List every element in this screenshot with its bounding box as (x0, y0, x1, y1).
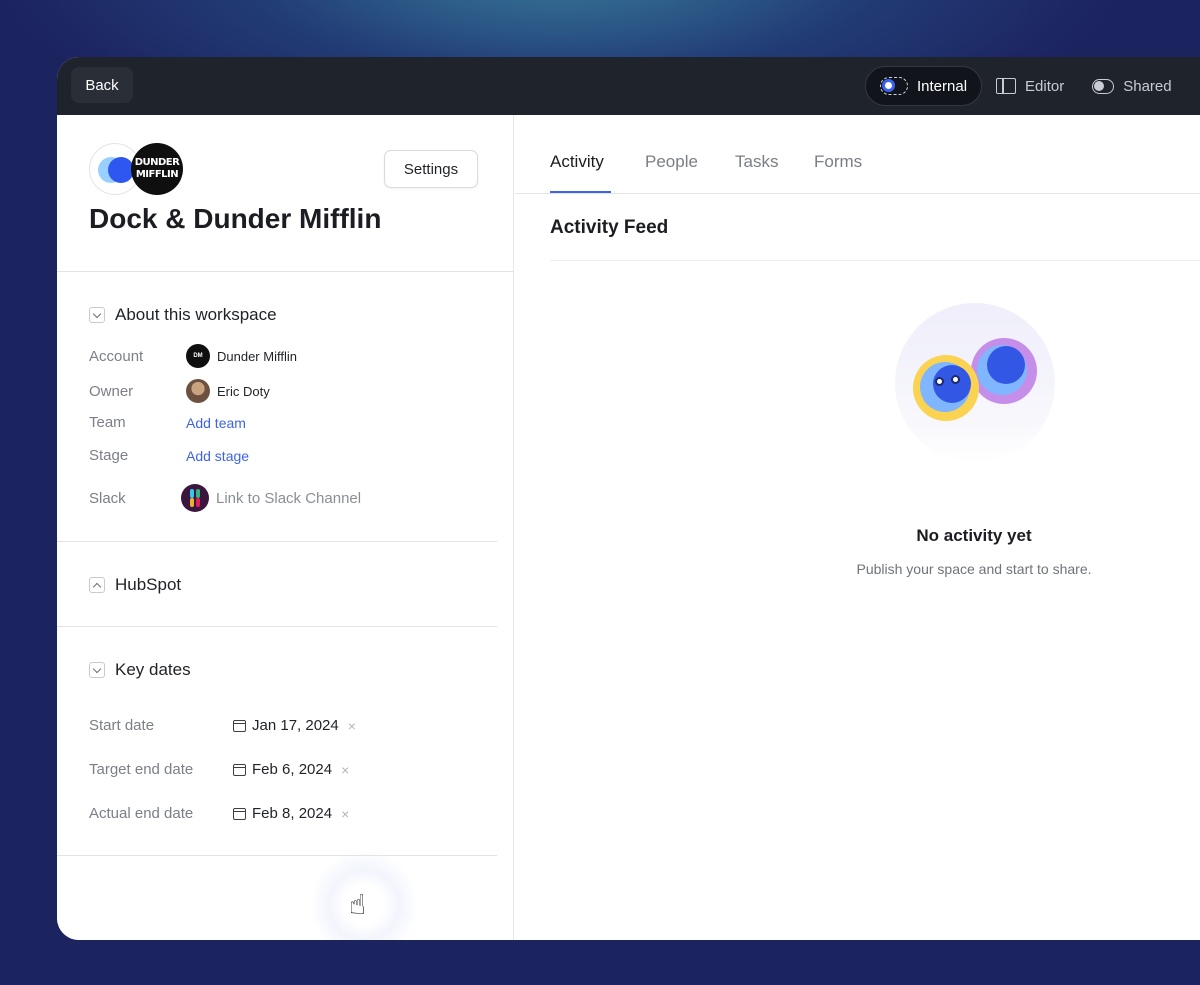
visibility-mode-switch: Internal Editor Shared (865, 66, 1186, 106)
workspace-details-panel: DUNDER MIFFLIN Settings Dock & Dunder Mi… (57, 115, 514, 940)
about-section-header[interactable]: About this workspace (89, 305, 277, 325)
stage-label: Stage (89, 447, 129, 464)
calendar-icon (233, 763, 246, 776)
editor-panel-icon (996, 78, 1017, 94)
chevron-up-icon[interactable] (89, 577, 105, 593)
hubspot-section-header[interactable]: HubSpot (89, 575, 181, 595)
owner-value[interactable]: Eric Doty (186, 379, 270, 403)
about-section-title: About this workspace (115, 305, 277, 324)
mode-editor-label: Editor (1025, 77, 1065, 95)
empty-state-title: No activity yet (916, 526, 1032, 545)
hand-pointer-icon: ☝ (349, 888, 367, 921)
account-value[interactable]: DM Dunder Mifflin (186, 344, 297, 368)
mode-shared-label: Shared (1123, 77, 1172, 95)
shared-toggle-icon (1092, 78, 1115, 94)
team-label: Team (89, 414, 126, 431)
owner-label: Owner (89, 382, 134, 400)
hubspot-section: HubSpot (57, 542, 497, 627)
dunder-mifflin-logo: DUNDER MIFFLIN (131, 143, 183, 195)
app-window: Back Internal Editor Shared DUNDER MIFFL… (57, 57, 1200, 940)
tab-people[interactable]: People (645, 152, 698, 172)
slack-link[interactable]: Link to Slack Channel (181, 484, 361, 512)
tab-activity[interactable]: Activity (550, 152, 604, 172)
chevron-down-icon[interactable] (89, 307, 105, 323)
back-button[interactable]: Back (71, 67, 133, 103)
clear-actual-date-icon[interactable]: × (341, 806, 349, 822)
target-end-date-picker[interactable]: Feb 6, 2024 × (233, 761, 349, 778)
calendar-icon (233, 807, 246, 820)
activity-feed-title: Activity Feed (550, 217, 669, 238)
team-row: Team Add team (89, 414, 246, 431)
key-dates-section: Key dates Start date Jan 17, 2024 × Targ… (57, 627, 497, 856)
workspace-header: DUNDER MIFFLIN Settings Dock & Dunder Mi… (57, 115, 514, 272)
empty-state-illustration (895, 303, 1055, 463)
key-dates-section-title: Key dates (115, 660, 191, 679)
stage-row: Stage Add stage (89, 447, 249, 464)
activity-panel: Activity People Tasks Forms Activity Fee… (515, 115, 1200, 940)
add-team-link[interactable]: Add team (186, 415, 246, 431)
mode-editor[interactable]: Editor (982, 66, 1078, 106)
clear-target-date-icon[interactable]: × (341, 762, 349, 778)
dunder-mifflin-avatar: DM (186, 344, 210, 368)
start-date-row: Start date Jan 17, 2024 × (89, 717, 356, 734)
divider (550, 260, 1200, 261)
start-date-label: Start date (89, 717, 155, 734)
actual-end-date-picker[interactable]: Feb 8, 2024 × (233, 805, 349, 822)
avatar (186, 379, 210, 403)
clear-start-date-icon[interactable]: × (348, 718, 356, 734)
slack-row: Slack Link to Slack Channel (89, 484, 361, 512)
chevron-down-icon[interactable] (89, 662, 105, 678)
hubspot-section-title: HubSpot (115, 575, 182, 594)
slack-icon (181, 484, 209, 512)
tab-tasks[interactable]: Tasks (735, 152, 778, 172)
account-label: Account (89, 347, 144, 365)
internal-toggle-icon (880, 77, 908, 95)
owner-row: Owner Eric Doty (89, 379, 270, 403)
slack-label: Slack (89, 489, 126, 507)
actual-end-date-row: Actual end date Feb 8, 2024 × (89, 805, 349, 822)
add-stage-link[interactable]: Add stage (186, 448, 249, 464)
target-end-date-row: Target end date Feb 6, 2024 × (89, 761, 349, 778)
top-bar: Back Internal Editor Shared (57, 57, 1200, 115)
mode-internal[interactable]: Internal (865, 66, 983, 106)
account-row: Account DM Dunder Mifflin (89, 344, 297, 368)
actual-end-date-label: Actual end date (89, 805, 194, 822)
tab-bar: Activity People Tasks Forms (515, 115, 1200, 194)
mode-internal-label: Internal (917, 77, 968, 95)
calendar-icon (233, 719, 246, 732)
page-title: Dock & Dunder Mifflin (89, 203, 382, 234)
tab-forms[interactable]: Forms (814, 152, 862, 172)
about-section: About this workspace Account DM Dunder M… (57, 272, 497, 542)
key-dates-section-header[interactable]: Key dates (89, 660, 191, 680)
mode-shared[interactable]: Shared (1078, 66, 1185, 106)
settings-button[interactable]: Settings (384, 150, 478, 188)
start-date-picker[interactable]: Jan 17, 2024 × (233, 717, 356, 734)
active-tab-indicator (550, 191, 611, 193)
target-end-date-label: Target end date (89, 761, 194, 778)
empty-state-subtitle: Publish your space and start to share. (856, 561, 1092, 577)
